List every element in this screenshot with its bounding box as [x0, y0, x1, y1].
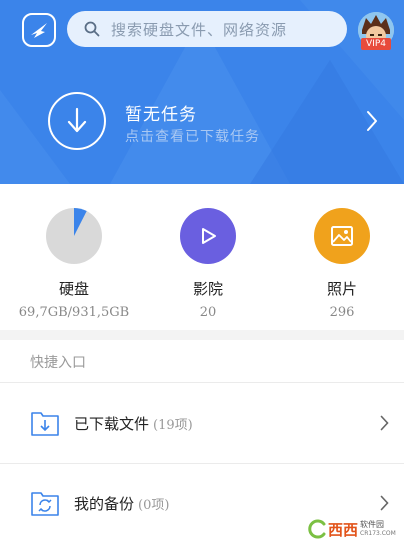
app-logo[interactable] [22, 13, 56, 47]
stat-label: 影院 [192, 280, 223, 298]
download-circle [48, 92, 106, 150]
quick-item-downloads[interactable]: 已下载文件 (19项) [0, 383, 404, 463]
stat-label: 硬盘 [58, 280, 89, 298]
stat-value: 296 [329, 305, 355, 320]
task-subtitle: 点击查看已下载任务 [125, 129, 260, 145]
chevron-right-icon [367, 111, 377, 131]
watermark-subtitle: 软件园 [360, 520, 385, 529]
watermark-text: 西西 [328, 520, 359, 539]
top-bar: 搜索硬盘文件、网络资源 VIP4 [0, 0, 404, 58]
stats-grid: 硬盘 69,7GB/931,5GB 影院 20 照片 296 [0, 198, 404, 328]
task-banner[interactable]: 暂无任务 点击查看已下载任务 [0, 72, 404, 172]
download-arrow-icon [67, 107, 87, 133]
quick-item-name: 已下载文件 [74, 415, 150, 433]
quick-item-name: 我的备份 [74, 495, 135, 513]
disk-usage-pie-icon [46, 208, 102, 264]
play-icon [180, 208, 236, 264]
quick-item-count: (19项) [153, 418, 193, 433]
stat-value: 69,7GB/931,5GB [18, 305, 130, 320]
quick-access-title: 快捷入口 [30, 355, 86, 371]
search-icon [77, 11, 107, 47]
watermark-domain: CR173.COM [360, 530, 396, 537]
search-placeholder: 搜索硬盘文件、网络资源 [111, 20, 288, 39]
watermark-sub: 软件园 CR173.COM [360, 520, 396, 538]
stat-value: 20 [199, 305, 217, 320]
stat-cinema[interactable]: 影院 20 [138, 198, 278, 320]
chevron-right-icon [380, 495, 389, 511]
quick-item-count: (0项) [138, 498, 170, 513]
bird-logo-icon [31, 23, 47, 38]
backup-folder-icon [31, 492, 59, 516]
image-icon [314, 208, 370, 264]
stat-photos[interactable]: 照片 296 [272, 198, 404, 320]
watermark-logo-icon [308, 519, 326, 539]
stat-label: 照片 [326, 280, 357, 298]
search-bar[interactable]: 搜索硬盘文件、网络资源 [67, 11, 347, 47]
task-title: 暂无任务 [125, 105, 197, 125]
watermark: 西西 软件园 CR173.COM [306, 518, 396, 540]
header-banner: 搜索硬盘文件、网络资源 VIP4 暂无任务 点击查看已下载任务 [0, 0, 404, 184]
quick-item-label: 我的备份 (0项) [74, 493, 169, 514]
quick-item-label: 已下载文件 (19项) [74, 413, 193, 434]
disk-used-wedge [74, 208, 87, 236]
stat-disk[interactable]: 硬盘 69,7GB/931,5GB [4, 198, 144, 320]
vip-badge: VIP4 [361, 38, 391, 50]
download-folder-icon [31, 412, 59, 436]
section-separator [0, 330, 404, 340]
chevron-right-icon [380, 415, 389, 431]
